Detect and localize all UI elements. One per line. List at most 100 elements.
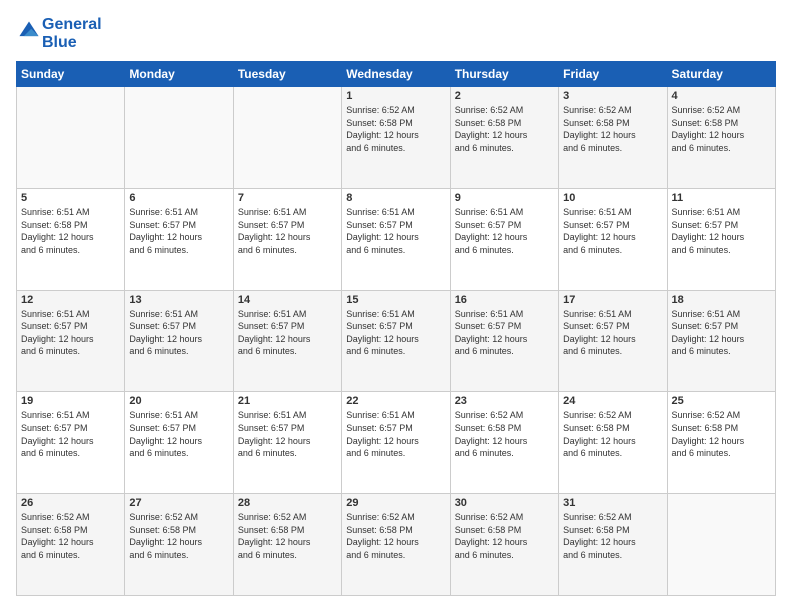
calendar-day: 21Sunrise: 6:51 AM Sunset: 6:57 PM Dayli… bbox=[233, 392, 341, 494]
day-number: 6 bbox=[129, 192, 228, 204]
day-info: Sunrise: 6:52 AM Sunset: 6:58 PM Dayligh… bbox=[346, 511, 445, 561]
weekday-header: Sunday bbox=[17, 62, 125, 87]
day-info: Sunrise: 6:52 AM Sunset: 6:58 PM Dayligh… bbox=[672, 104, 771, 154]
day-info: Sunrise: 6:51 AM Sunset: 6:57 PM Dayligh… bbox=[238, 206, 337, 256]
day-number: 2 bbox=[455, 90, 554, 102]
day-number: 22 bbox=[346, 395, 445, 407]
calendar-day: 15 Sunrise: 6:51 AM Sunset: 6:57 PM Dayli… bbox=[342, 290, 450, 392]
day-number: 4 bbox=[672, 90, 771, 102]
day-info: Sunrise: 6:51 AM Sunset: 6:57 PM Dayligh… bbox=[672, 206, 771, 256]
logo-line2: Blue bbox=[42, 34, 102, 52]
logo-line1: General bbox=[42, 16, 102, 34]
day-info: Sunrise: 6:51 AM Sunset: 6:57 PM Dayligh… bbox=[129, 409, 228, 459]
calendar-day: 4 Sunrise: 6:52 AM Sunset: 6:58 PM Daylig… bbox=[667, 87, 775, 189]
day-info: Sunrise: 6:51 AM Sunset: 6:57 PM Dayligh… bbox=[346, 409, 445, 459]
calendar-day: 22 Sunrise: 6:51 AM Sunset: 6:57 PM Dayli… bbox=[342, 392, 450, 494]
day-info: Sunrise: 6:52 AM Sunset: 6:58 PM Dayligh… bbox=[238, 511, 337, 561]
day-number: 23 bbox=[455, 395, 554, 407]
calendar-empty bbox=[125, 87, 233, 189]
weekday-header: Saturday bbox=[667, 62, 775, 87]
day-number: 29 bbox=[346, 497, 445, 509]
calendar-day: 14 Sunrise: 6:51 AM Sunset: 6:57 PM Dayli… bbox=[233, 290, 341, 392]
calendar-week-row: 12 Sunrise: 6:51 AM Sunset: 6:57 PM Dayli… bbox=[17, 290, 776, 392]
calendar-week-row: 5 Sunrise: 6:51 AM Sunset: 6:58 PM Daylig… bbox=[17, 188, 776, 290]
logo-icon bbox=[18, 20, 40, 42]
day-number: 17 bbox=[563, 294, 662, 306]
calendar-empty bbox=[233, 87, 341, 189]
day-number: 15 bbox=[346, 294, 445, 306]
day-info: Sunrise: 6:51 AM Sunset: 6:57 PM Dayligh… bbox=[563, 206, 662, 256]
weekday-header: Tuesday bbox=[233, 62, 341, 87]
day-number: 8 bbox=[346, 192, 445, 204]
calendar-day: 26 Sunrise: 6:52 AM Sunset: 6:58 PM Dayli… bbox=[17, 494, 125, 596]
day-info: Sunrise: 6:52 AM Sunset: 6:58 PM Dayligh… bbox=[455, 409, 554, 459]
calendar-day: 12 Sunrise: 6:51 AM Sunset: 6:57 PM Dayli… bbox=[17, 290, 125, 392]
day-number: 28 bbox=[238, 497, 337, 509]
day-number: 12 bbox=[21, 294, 120, 306]
calendar-table: SundayMondayTuesdayWednesdayThursdayFrid… bbox=[16, 61, 776, 596]
day-number: 21 bbox=[238, 395, 337, 407]
day-info: Sunrise: 6:52 AM Sunset: 6:58 PM Dayligh… bbox=[129, 511, 228, 561]
day-info: Sunrise: 6:51 AM Sunset: 6:57 PM Dayligh… bbox=[563, 308, 662, 358]
day-info: Sunrise: 6:51 AM Sunset: 6:58 PM Dayligh… bbox=[21, 206, 120, 256]
logo: General Blue bbox=[16, 16, 102, 51]
day-number: 1 bbox=[346, 90, 445, 102]
day-info: Sunrise: 6:51 AM Sunset: 6:57 PM Dayligh… bbox=[129, 308, 228, 358]
calendar-day: 29 Sunrise: 6:52 AM Sunset: 6:58 PM Dayli… bbox=[342, 494, 450, 596]
day-number: 13 bbox=[129, 294, 228, 306]
day-number: 10 bbox=[563, 192, 662, 204]
day-number: 26 bbox=[21, 497, 120, 509]
day-info: Sunrise: 6:51 AM Sunset: 6:57 PM Dayligh… bbox=[238, 308, 337, 358]
calendar-day: 23 Sunrise: 6:52 AM Sunset: 6:58 PM Dayli… bbox=[450, 392, 558, 494]
calendar-day: 2 Sunrise: 6:52 AM Sunset: 6:58 PM Daylig… bbox=[450, 87, 558, 189]
calendar-day: 20 Sunrise: 6:51 AM Sunset: 6:57 PM Dayli… bbox=[125, 392, 233, 494]
calendar-day: 11Sunrise: 6:51 AM Sunset: 6:57 PM Dayli… bbox=[667, 188, 775, 290]
header: General Blue bbox=[16, 16, 776, 51]
calendar-day: 13 Sunrise: 6:51 AM Sunset: 6:57 PM Dayli… bbox=[125, 290, 233, 392]
day-number: 25 bbox=[672, 395, 771, 407]
day-number: 30 bbox=[455, 497, 554, 509]
day-info: Sunrise: 6:51 AM Sunset: 6:57 PM Dayligh… bbox=[672, 308, 771, 358]
day-info: Sunrise: 6:52 AM Sunset: 6:58 PM Dayligh… bbox=[563, 511, 662, 561]
calendar-day: 19Sunrise: 6:51 AM Sunset: 6:57 PM Dayli… bbox=[17, 392, 125, 494]
day-number: 18 bbox=[672, 294, 771, 306]
calendar-day: 3Sunrise: 6:52 AM Sunset: 6:58 PM Daylig… bbox=[559, 87, 667, 189]
weekday-header: Friday bbox=[559, 62, 667, 87]
calendar-day: 25 Sunrise: 6:52 AM Sunset: 6:58 PM Dayli… bbox=[667, 392, 775, 494]
day-number: 24 bbox=[563, 395, 662, 407]
calendar-empty bbox=[17, 87, 125, 189]
calendar-day: 16 Sunrise: 6:51 AM Sunset: 6:57 PM Dayli… bbox=[450, 290, 558, 392]
calendar-week-row: 26 Sunrise: 6:52 AM Sunset: 6:58 PM Dayli… bbox=[17, 494, 776, 596]
day-info: Sunrise: 6:51 AM Sunset: 6:57 PM Dayligh… bbox=[21, 308, 120, 358]
page: General Blue SundayMondayTuesdayWednesda… bbox=[0, 0, 792, 612]
weekday-header: Wednesday bbox=[342, 62, 450, 87]
calendar-day: 1 Sunrise: 6:52 AM Sunset: 6:58 PM Daylig… bbox=[342, 87, 450, 189]
calendar-day: 30Sunrise: 6:52 AM Sunset: 6:58 PM Dayli… bbox=[450, 494, 558, 596]
day-info: Sunrise: 6:52 AM Sunset: 6:58 PM Dayligh… bbox=[346, 104, 445, 154]
calendar-day: 8 Sunrise: 6:51 AM Sunset: 6:57 PM Daylig… bbox=[342, 188, 450, 290]
calendar-day: 28 Sunrise: 6:52 AM Sunset: 6:58 PM Dayli… bbox=[233, 494, 341, 596]
calendar-empty bbox=[667, 494, 775, 596]
day-info: Sunrise: 6:52 AM Sunset: 6:58 PM Dayligh… bbox=[455, 104, 554, 154]
weekday-header: Thursday bbox=[450, 62, 558, 87]
day-number: 16 bbox=[455, 294, 554, 306]
day-info: Sunrise: 6:51 AM Sunset: 6:57 PM Dayligh… bbox=[129, 206, 228, 256]
day-number: 5 bbox=[21, 192, 120, 204]
day-info: Sunrise: 6:51 AM Sunset: 6:57 PM Dayligh… bbox=[455, 308, 554, 358]
day-number: 31 bbox=[563, 497, 662, 509]
calendar-day: 17 Sunrise: 6:51 AM Sunset: 6:57 PM Dayli… bbox=[559, 290, 667, 392]
calendar-header-row: SundayMondayTuesdayWednesdayThursdayFrid… bbox=[17, 62, 776, 87]
day-number: 14 bbox=[238, 294, 337, 306]
calendar-week-row: 19Sunrise: 6:51 AM Sunset: 6:57 PM Dayli… bbox=[17, 392, 776, 494]
calendar-day: 31 Sunrise: 6:52 AM Sunset: 6:58 PM Dayli… bbox=[559, 494, 667, 596]
calendar-day: 9Sunrise: 6:51 AM Sunset: 6:57 PM Daylig… bbox=[450, 188, 558, 290]
day-info: Sunrise: 6:52 AM Sunset: 6:58 PM Dayligh… bbox=[672, 409, 771, 459]
day-info: Sunrise: 6:51 AM Sunset: 6:57 PM Dayligh… bbox=[346, 206, 445, 256]
day-number: 20 bbox=[129, 395, 228, 407]
calendar-day: 27Sunrise: 6:52 AM Sunset: 6:58 PM Dayli… bbox=[125, 494, 233, 596]
weekday-header: Monday bbox=[125, 62, 233, 87]
calendar-day: 24 Sunrise: 6:52 AM Sunset: 6:58 PM Dayli… bbox=[559, 392, 667, 494]
day-info: Sunrise: 6:52 AM Sunset: 6:58 PM Dayligh… bbox=[563, 409, 662, 459]
day-info: Sunrise: 6:51 AM Sunset: 6:57 PM Dayligh… bbox=[346, 308, 445, 358]
day-info: Sunrise: 6:52 AM Sunset: 6:58 PM Dayligh… bbox=[21, 511, 120, 561]
